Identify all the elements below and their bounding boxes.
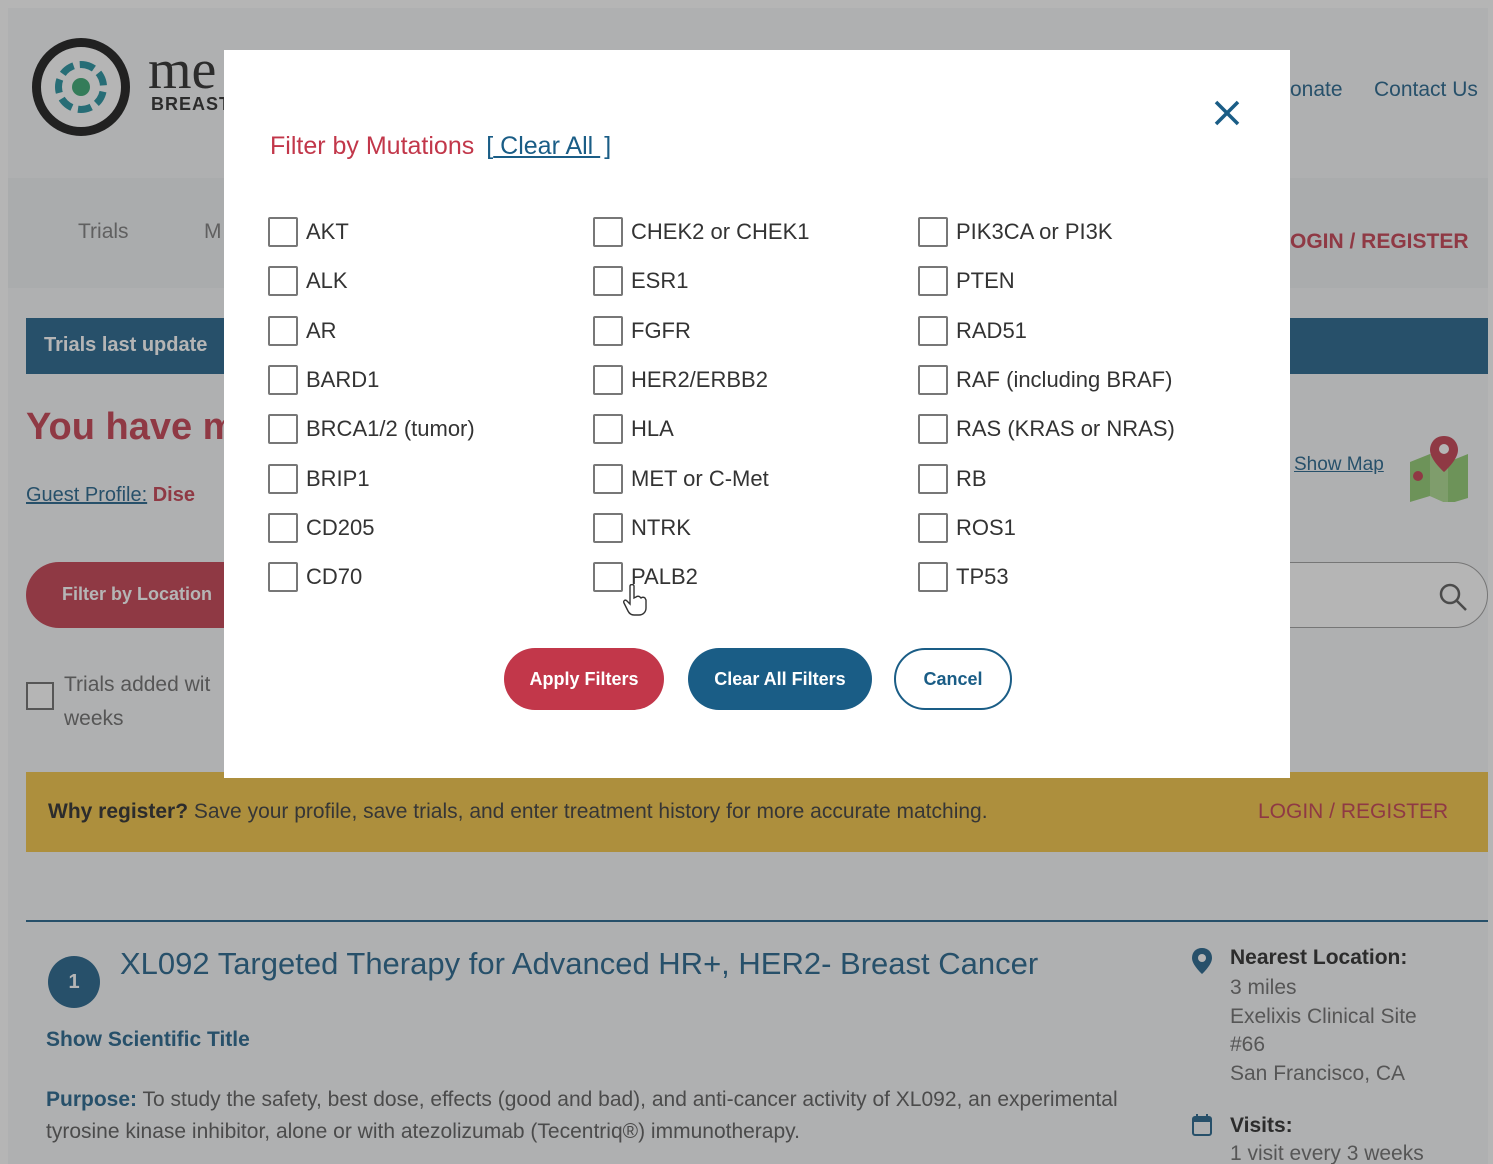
mutation-label: AKT [306,219,349,244]
mutation-checkbox[interactable] [593,217,623,247]
mutation-label: PIK3CA or PI3K [956,219,1113,244]
mutation-label: BRCA1/2 (tumor) [306,416,475,441]
mutation-label: ESR1 [631,268,689,293]
cancel-button[interactable]: Cancel [894,648,1012,710]
mutation-option-her2-erbb2[interactable]: HER2/ERBB2 [593,365,768,395]
mutation-option-cd70[interactable]: CD70 [268,562,362,592]
mutation-label: RB [956,466,987,491]
mutation-label: NTRK [631,515,691,540]
mutation-checkbox[interactable] [593,513,623,543]
mutation-label: BARD1 [306,367,380,392]
mutation-label: MET or C-Met [631,466,769,491]
mutation-option-akt[interactable]: AKT [268,217,349,247]
mutation-checkbox[interactable] [268,414,298,444]
clear-all-filters-button[interactable]: Clear All Filters [688,648,872,710]
mutation-option-tp53[interactable]: TP53 [918,562,1009,592]
mutation-checkbox[interactable] [593,414,623,444]
mutation-label: TP53 [956,564,1009,589]
mutation-label: CD70 [306,564,363,589]
mutation-option-raf-including-braf[interactable]: RAF (including BRAF) [918,365,1172,395]
mutation-label: AR [306,318,337,343]
close-icon[interactable] [1210,96,1244,130]
mutation-filter-modal: Filter by Mutations[ Clear All ] AKT ALK A… [224,50,1290,778]
mutation-option-alk[interactable]: ALK [268,266,348,296]
mutation-checkbox[interactable] [268,464,298,494]
mutation-label: RAD51 [956,318,1027,343]
mutation-checkbox[interactable] [268,513,298,543]
mutation-option-esr1[interactable]: ESR1 [593,266,688,296]
bracket-close: ] [604,132,612,160]
mutation-checkbox[interactable] [268,562,298,592]
mutation-option-fgfr[interactable]: FGFR [593,316,691,346]
mutation-label: FGFR [631,318,691,343]
mutation-option-pik3ca-or-pi3k[interactable]: PIK3CA or PI3K [918,217,1113,247]
mutation-checkbox[interactable] [593,562,623,592]
mutation-checkbox[interactable] [268,217,298,247]
mutation-label: BRIP1 [306,466,370,491]
mutation-option-brip1[interactable]: BRIP1 [268,464,370,494]
modal-title: Filter by Mutations[ Clear All ] [270,132,611,161]
mutation-label: ALK [306,268,348,293]
mutation-label: RAS (KRAS or NRAS) [956,416,1175,441]
mutation-option-ras-kras-or-nras[interactable]: RAS (KRAS or NRAS) [918,414,1175,444]
mutation-option-chek2-or-chek1[interactable]: CHEK2 or CHEK1 [593,217,810,247]
mutation-option-brca1-2-tumor[interactable]: BRCA1/2 (tumor) [268,414,475,444]
mutation-option-cd205[interactable]: CD205 [268,513,374,543]
hand-cursor-icon [623,584,647,616]
mutation-checkbox[interactable] [918,365,948,395]
mutation-checkbox[interactable] [268,316,298,346]
mutation-option-ar[interactable]: AR [268,316,337,346]
mutation-checkbox[interactable] [918,316,948,346]
mutation-label: CHEK2 or CHEK1 [631,219,810,244]
mutation-checkbox[interactable] [593,316,623,346]
mutation-label: PTEN [956,268,1015,293]
mutation-checkbox[interactable] [918,513,948,543]
mutation-checkbox[interactable] [268,365,298,395]
clear-all-link[interactable]: Clear All [493,132,600,160]
mutation-label: RAF (including BRAF) [956,367,1173,392]
apply-filters-button[interactable]: Apply Filters [504,648,664,710]
mutation-checkbox[interactable] [918,464,948,494]
mutation-label: HLA [631,416,674,441]
modal-title-text: Filter by Mutations [270,132,475,160]
mutation-label: CD205 [306,515,375,540]
mutation-checkbox[interactable] [268,266,298,296]
mutation-checkbox[interactable] [593,464,623,494]
mutation-label: HER2/ERBB2 [631,367,768,392]
mutation-checkbox[interactable] [593,266,623,296]
mutation-checkbox[interactable] [918,562,948,592]
mutation-checkbox[interactable] [593,365,623,395]
mutation-label: ROS1 [956,515,1016,540]
mutation-option-ntrk[interactable]: NTRK [593,513,691,543]
mutation-option-ros1[interactable]: ROS1 [918,513,1016,543]
mutation-option-rad51[interactable]: RAD51 [918,316,1027,346]
mutation-option-hla[interactable]: HLA [593,414,674,444]
mutation-checkbox[interactable] [918,266,948,296]
mutation-option-pten[interactable]: PTEN [918,266,1015,296]
mutation-option-bard1[interactable]: BARD1 [268,365,379,395]
mutation-option-rb[interactable]: RB [918,464,987,494]
mutation-checkbox[interactable] [918,217,948,247]
mutation-checkbox[interactable] [918,414,948,444]
mutation-option-met-or-c-met[interactable]: MET or C-Met [593,464,769,494]
